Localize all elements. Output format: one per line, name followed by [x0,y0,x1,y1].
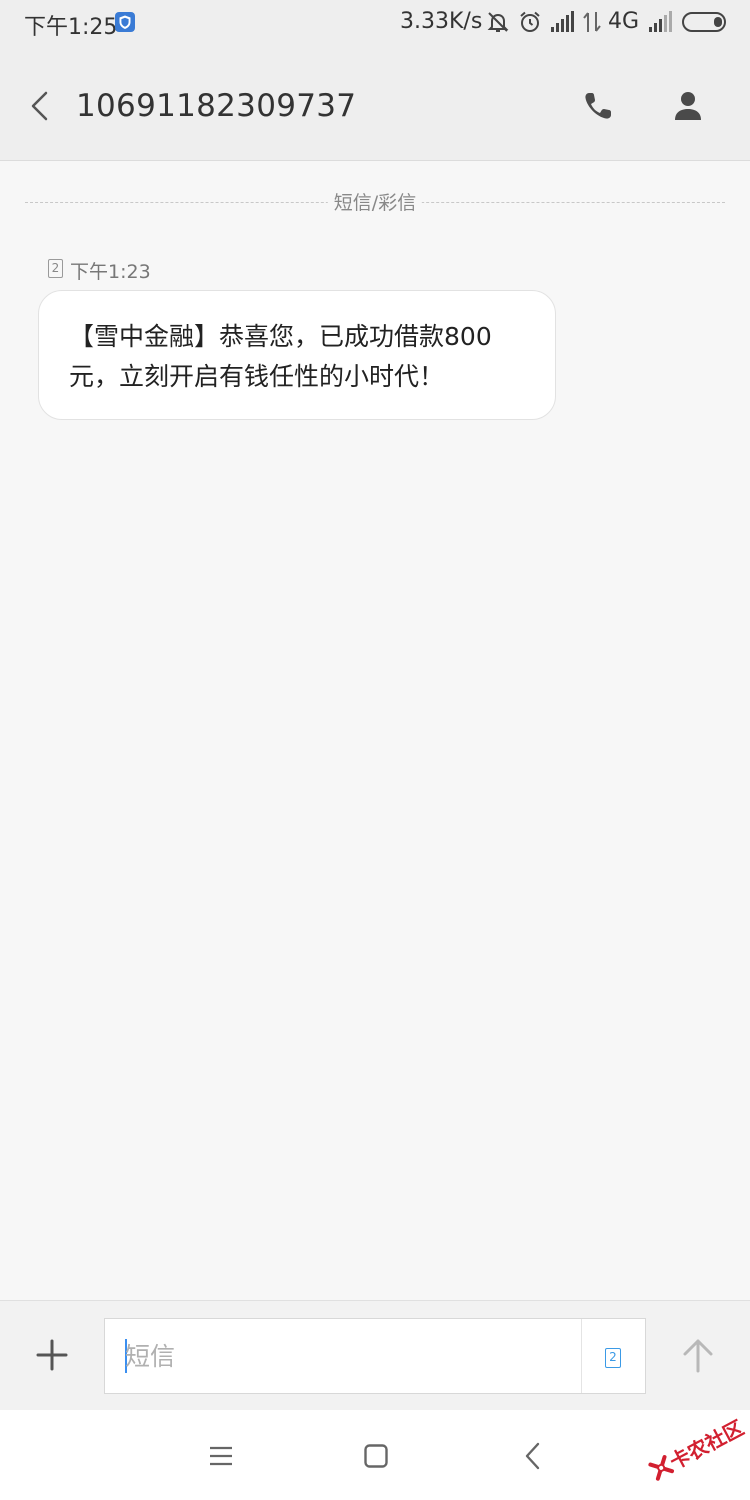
network-speed: 3.33K/s [400,9,483,34]
home-square-icon[interactable] [363,1443,389,1469]
menu-icon[interactable] [208,1443,234,1469]
signal-icon [551,11,574,32]
status-time: 下午1:25 [24,15,118,40]
contact-person-icon[interactable] [668,86,708,126]
message-timestamp: 下午1:23 [70,261,151,283]
battery-icon [682,12,726,32]
signal-icon [649,11,672,32]
shield-icon [115,12,135,32]
back-chevron-icon[interactable] [520,1441,546,1471]
send-arrow-icon[interactable] [676,1333,720,1377]
conversation-header: 10691182309737 [0,48,750,161]
contact-number-title: 10691182309737 [76,88,357,124]
plus-icon[interactable] [30,1333,74,1377]
message-type-divider: 短信/彩信 [25,188,725,216]
watermark-text: 卡农社区 [665,1415,748,1475]
data-arrows-icon [583,12,601,32]
divider-label: 短信/彩信 [327,188,423,215]
network-type: 4G [608,9,640,34]
messaging-screen: 下午1:25 3.33K/s 4G 10691182309737 短信/彩信 2… [0,0,750,1500]
back-arrow-icon[interactable] [20,86,60,126]
sms-input[interactable] [125,1333,565,1379]
incoming-message-bubble[interactable]: 【雪中金融】恭喜您，已成功借款800元，立刻开启有钱任性的小时代！ [38,290,556,420]
message-composer: 2 [0,1300,750,1411]
mute-icon [487,12,509,32]
sms-input-box: 2 [104,1318,646,1394]
phone-icon[interactable] [578,86,618,126]
alarm-icon [520,11,540,32]
status-bar: 下午1:25 3.33K/s 4G [0,0,750,48]
input-separator [581,1319,582,1393]
sim-select-button[interactable]: 2 [605,1348,621,1368]
sim-slot-badge: 2 [48,259,63,278]
